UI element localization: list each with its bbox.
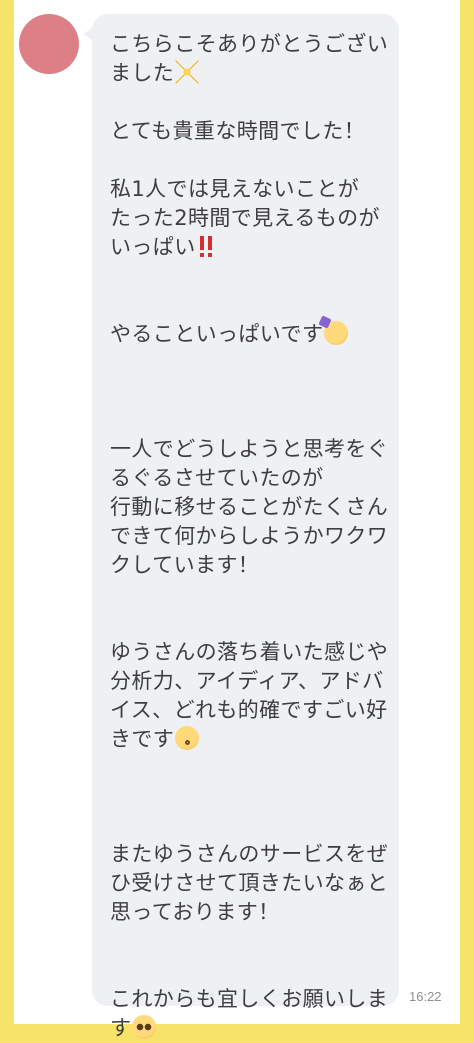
message-timestamp: 16:22	[409, 989, 442, 1004]
message-bubble[interactable]: こちらこそありがとうござい ました とても貴重な時間でした！ 私1人では見えない…	[83, 14, 399, 1040]
message-line: イス、どれも的確ですごい好	[110, 698, 388, 722]
sparkles-icon	[175, 60, 200, 84]
message-line: 分析力、アイディア、アドバ	[110, 669, 384, 693]
message-line-with-emoji: す	[110, 1014, 381, 1043]
message-line: こちらこそありがとうござい	[110, 32, 389, 56]
message-line-with-emoji: いっぱい	[110, 233, 381, 262]
kissing-face-icon	[175, 726, 200, 750]
message-line: ひ受けさせて頂きたいなぁと	[110, 871, 389, 895]
message-line-with-emoji: ました	[110, 59, 381, 88]
message-text: やることいっぱいです	[110, 322, 324, 346]
message-line: 一人でどうしようと思考をぐ	[110, 437, 389, 461]
double-exclamation-icon	[196, 234, 215, 258]
message-line: たった2時間で見えるものが	[110, 206, 380, 230]
message-line: 思っております！	[110, 900, 280, 924]
message-line: 行動に移せることがたくさん	[110, 495, 389, 519]
message-line: とても貴重な時間でした！	[110, 119, 366, 143]
message-line: るぐるさせていたのが	[110, 466, 324, 490]
message-line-with-emoji: きです	[110, 725, 381, 754]
message-line: できて何からしようかワクワ	[110, 524, 389, 548]
message-text: いっぱい	[110, 235, 196, 259]
message-line: またゆうさんのサービスをぜ	[110, 842, 389, 866]
partying-face-icon	[324, 321, 349, 345]
message-line: これからも宜しくお願いしま	[110, 987, 389, 1011]
sender-avatar[interactable]	[19, 14, 79, 74]
message-line: クしています！	[110, 553, 260, 577]
message-text: す	[110, 1016, 132, 1040]
message-line: ゆうさんの落ち着いた感じや	[110, 640, 389, 664]
message-line: 私1人では見えないことが	[110, 177, 360, 201]
message-line-with-emoji: やることいっぱいです	[110, 320, 381, 349]
message-text: ました	[110, 61, 175, 85]
message-text: きです	[110, 727, 175, 751]
pleading-face-icon	[132, 1015, 157, 1039]
